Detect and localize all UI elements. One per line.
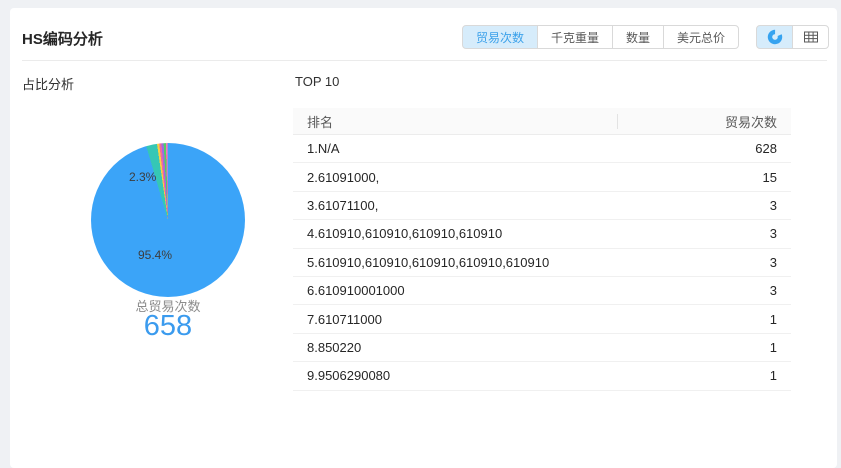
cell-rank: 9.9506290080 [293,368,631,383]
total-trades-value: 658 [91,310,245,343]
metric-tab-3[interactable]: 数量 [612,25,664,49]
table-header-row: 排名 贸易次数 [293,108,791,135]
table-row: 7.6107110001 [293,305,791,333]
pie-chart[interactable]: 2.3% 95.4% [91,143,245,297]
cell-trade-count: 3 [631,283,791,298]
table-row: 5.610910,610910,610910,610910,6109103 [293,249,791,277]
cell-rank: 7.610711000 [293,312,631,327]
column-header-rank: 排名 [293,112,631,131]
top10-table: 排名 贸易次数 1.N/A6282.61091000,153.61071100,… [293,108,791,391]
cell-rank: 1.N/A [293,141,631,156]
header-divider [22,60,827,61]
metric-tab-4[interactable]: 美元总价 [663,25,739,49]
table-view-button[interactable] [792,25,829,49]
cell-trade-count: 15 [631,170,791,185]
section-title-top10: TOP 10 [295,74,339,89]
donut-chart-icon [767,29,783,45]
cell-rank: 6.610910001000 [293,283,631,298]
cell-trade-count: 3 [631,255,791,270]
pie-view-button[interactable] [756,25,793,49]
page-title: HS编码分析 [22,28,103,49]
table-body: 1.N/A6282.61091000,153.61071100,34.61091… [293,135,791,391]
table-row: 9.95062900801 [293,362,791,390]
toolbar: 贸易次数千克重量数量美元总价 [462,25,829,49]
metric-tab-group: 贸易次数千克重量数量美元总价 [462,25,739,49]
table-row: 6.6109100010003 [293,277,791,305]
cell-trade-count: 3 [631,198,791,213]
cell-rank: 5.610910,610910,610910,610910,610910 [293,255,631,270]
cell-rank: 8.850220 [293,340,631,355]
pie-percent-label-teal: 2.3% [129,170,156,184]
section-title-proportion: 占比分析 [22,74,74,93]
table-grid-icon [803,29,819,45]
column-separator [617,114,618,129]
cell-trade-count: 1 [631,368,791,383]
table-row: 4.610910,610910,610910,6109103 [293,220,791,248]
cell-trade-count: 3 [631,226,791,241]
pie-percent-label-blue: 95.4% [138,248,172,262]
cell-rank: 3.61071100, [293,198,631,213]
cell-trade-count: 1 [631,312,791,327]
column-header-trade-count: 贸易次数 [631,112,791,131]
metric-tab-1[interactable]: 贸易次数 [462,25,538,49]
cell-trade-count: 628 [631,141,791,156]
metric-tab-2[interactable]: 千克重量 [537,25,613,49]
table-row: 2.61091000,15 [293,163,791,191]
hs-analysis-card: HS编码分析 贸易次数千克重量数量美元总价 [10,8,837,468]
table-row: 1.N/A628 [293,135,791,163]
cell-rank: 4.610910,610910,610910,610910 [293,226,631,241]
cell-trade-count: 1 [631,340,791,355]
table-row: 3.61071100,3 [293,192,791,220]
view-toggle-group [756,25,829,49]
cell-rank: 2.61091000, [293,170,631,185]
table-row: 8.8502201 [293,334,791,362]
